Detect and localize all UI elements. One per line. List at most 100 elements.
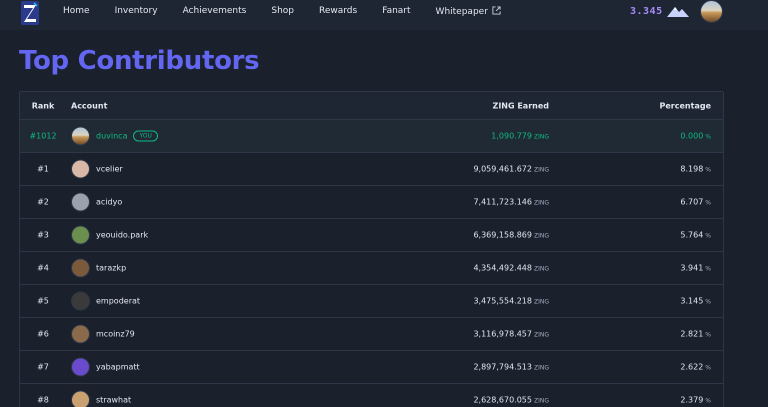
current-user-row[interactable]: #1012 duvinca YOU 1,090.779 ZING 0.000% <box>20 120 723 153</box>
nav-achievements[interactable]: Achievements <box>183 6 247 16</box>
row-rank: #4 <box>37 263 49 273</box>
table-row[interactable]: #2 acidyo 7,411,723.146 ZING 6.707% <box>20 186 723 219</box>
points-balance: 3.345 <box>630 5 663 17</box>
row-account: tarazkp <box>71 258 126 278</box>
pct-unit: % <box>705 265 711 273</box>
table-row[interactable]: #4 tarazkp 4,354,492.448 ZING 3.941% <box>20 252 723 285</box>
pct-unit: % <box>705 298 711 306</box>
nav-whitepaper[interactable]: Whitepaper <box>435 5 501 17</box>
row-account: yeouido.park <box>71 225 148 245</box>
zing-value: 2,628,670.055 <box>473 395 532 405</box>
pct-unit: % <box>705 166 711 174</box>
header-rank: Rank <box>31 101 55 110</box>
row-rank: #7 <box>37 362 49 372</box>
zing-value: 6,369,158.869 <box>473 230 532 240</box>
external-link-icon <box>492 5 501 15</box>
row-percentage: 6.707% <box>680 198 711 207</box>
zing-unit: ZING <box>533 166 549 174</box>
account-name[interactable]: tarazkp <box>96 264 126 273</box>
row-percentage: 2.622% <box>680 363 711 372</box>
header-percentage: Percentage <box>659 101 711 110</box>
avatar <box>71 126 90 146</box>
pct-value: 2.821 <box>680 329 704 339</box>
row-percentage: 2.821% <box>680 330 711 339</box>
avatar <box>71 258 90 278</box>
table-row[interactable]: #5 empoderat 3,475,554.218 ZING 3.145% <box>20 285 723 318</box>
avatar <box>71 324 90 344</box>
pct-value: 5.764 <box>680 230 704 240</box>
row-rank: #1 <box>37 164 49 174</box>
table-row[interactable]: #7 yabapmatt 2,897,794.513 ZING 2.622% <box>20 351 723 384</box>
account-name[interactable]: empoderat <box>96 297 140 306</box>
account-name[interactable]: vcelier <box>96 165 123 174</box>
row-percentage: 3.941% <box>680 264 711 273</box>
pct-value: 2.379 <box>680 395 704 405</box>
pct-unit: % <box>705 364 711 372</box>
zing-unit: ZING <box>533 397 549 405</box>
table-header: Rank Account ZING Earned Percentage <box>20 92 723 120</box>
account-name[interactable]: mcoinz79 <box>96 330 135 339</box>
row-zing: 7,411,723.146 ZING <box>473 198 549 207</box>
pct-value: 3.145 <box>680 296 704 306</box>
pct-value: 6.707 <box>680 197 704 207</box>
account-name[interactable]: yabapmatt <box>96 363 140 372</box>
you-badge: YOU <box>133 130 158 142</box>
zing-unit: ZING <box>533 232 549 240</box>
pct-value: 2.622 <box>680 362 704 372</box>
nav-shop[interactable]: Shop <box>271 6 294 16</box>
row-zing: 3,116,978.457 ZING <box>473 330 549 339</box>
row-percentage: 8.198% <box>680 165 711 174</box>
row-percentage: 2.379% <box>680 396 711 405</box>
zing-value: 1,090.779 <box>491 131 532 141</box>
page-title: Top Contributors <box>19 46 260 76</box>
mountain-icon <box>667 7 689 17</box>
row-account: empoderat <box>71 291 140 311</box>
account-name[interactable]: strawhat <box>96 396 131 405</box>
nav-fanart[interactable]: Fanart <box>382 6 410 16</box>
pct-value: 8.198 <box>680 164 704 174</box>
zing-value: 3,116,978.457 <box>473 329 532 339</box>
row-account: strawhat <box>71 390 131 407</box>
top-nav: Home Inventory Achievements Shop Rewards… <box>0 0 768 30</box>
account-name[interactable]: duvinca <box>96 132 127 141</box>
nav-home[interactable]: Home <box>63 6 90 16</box>
row-zing: 2,628,670.055 ZING <box>473 396 549 405</box>
row-account: duvinca YOU <box>71 126 158 146</box>
row-percentage: 0.000% <box>680 132 711 141</box>
row-percentage: 3.145% <box>680 297 711 306</box>
zing-logo-icon[interactable] <box>21 1 39 25</box>
row-zing: 2,897,794.513 ZING <box>473 363 549 372</box>
avatar <box>71 192 90 212</box>
zing-unit: ZING <box>533 364 549 372</box>
table-row[interactable]: #1 vcelier 9,059,461.672 ZING 8.198% <box>20 153 723 186</box>
row-zing: 1,090.779 ZING <box>491 132 549 141</box>
row-zing: 6,369,158.869 ZING <box>473 231 549 240</box>
pct-value: 0.000 <box>680 131 704 141</box>
pct-unit: % <box>705 133 711 141</box>
row-account: yabapmatt <box>71 357 140 377</box>
nav-whitepaper-label: Whitepaper <box>435 6 488 17</box>
row-rank: #2 <box>37 197 49 207</box>
table-row[interactable]: #6 mcoinz79 3,116,978.457 ZING 2.821% <box>20 318 723 351</box>
zing-value: 2,897,794.513 <box>473 362 532 372</box>
zing-value: 3,475,554.218 <box>473 296 532 306</box>
zing-value: 9,059,461.672 <box>473 164 532 174</box>
row-rank: #3 <box>37 230 49 240</box>
nav-inventory[interactable]: Inventory <box>115 6 158 16</box>
account-name[interactable]: acidyo <box>96 198 122 207</box>
user-avatar[interactable] <box>700 0 723 23</box>
row-zing: 3,475,554.218 ZING <box>473 297 549 306</box>
avatar <box>71 225 90 245</box>
table-row[interactable]: #3 yeouido.park 6,369,158.869 ZING 5.764% <box>20 219 723 252</box>
row-rank: #5 <box>37 296 49 306</box>
row-account: vcelier <box>71 159 123 179</box>
row-rank: #1012 <box>29 131 57 141</box>
row-account: acidyo <box>71 192 122 212</box>
nav-links: Home Inventory Achievements Shop Rewards… <box>63 0 526 22</box>
table-row[interactable]: #8 strawhat 2,628,670.055 ZING 2.379% <box>20 384 723 407</box>
pct-unit: % <box>705 397 711 405</box>
avatar <box>71 390 90 407</box>
nav-rewards[interactable]: Rewards <box>319 6 357 16</box>
account-name[interactable]: yeouido.park <box>96 231 148 240</box>
zing-value: 4,354,492.448 <box>473 263 532 273</box>
